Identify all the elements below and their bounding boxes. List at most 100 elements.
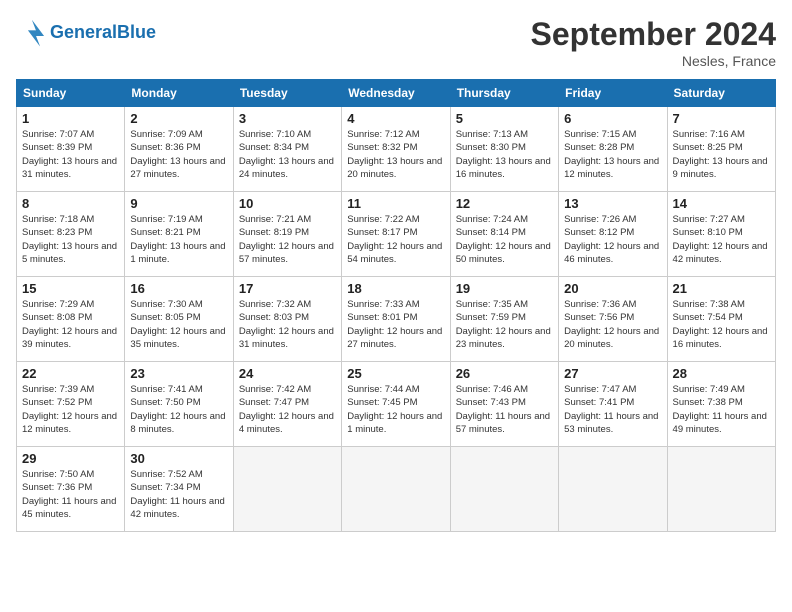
day-info: Sunrise: 7:18 AM Sunset: 8:23 PM Dayligh… [22, 213, 119, 266]
table-row: 16 Sunrise: 7:30 AM Sunset: 8:05 PM Dayl… [125, 277, 233, 362]
table-row: 20 Sunrise: 7:36 AM Sunset: 7:56 PM Dayl… [559, 277, 667, 362]
day-number: 23 [130, 366, 227, 381]
day-number: 18 [347, 281, 444, 296]
table-row: 14 Sunrise: 7:27 AM Sunset: 8:10 PM Dayl… [667, 192, 775, 277]
table-row: 26 Sunrise: 7:46 AM Sunset: 7:43 PM Dayl… [450, 362, 558, 447]
day-number: 3 [239, 111, 336, 126]
table-row: 12 Sunrise: 7:24 AM Sunset: 8:14 PM Dayl… [450, 192, 558, 277]
day-number: 12 [456, 196, 553, 211]
day-number: 28 [673, 366, 770, 381]
col-tuesday: Tuesday [233, 80, 341, 107]
day-number: 22 [22, 366, 119, 381]
table-row [450, 447, 558, 532]
day-number: 8 [22, 196, 119, 211]
day-info: Sunrise: 7:52 AM Sunset: 7:34 PM Dayligh… [130, 468, 227, 521]
logo-text: GeneralBlue [50, 22, 156, 43]
day-info: Sunrise: 7:10 AM Sunset: 8:34 PM Dayligh… [239, 128, 336, 181]
table-row: 18 Sunrise: 7:33 AM Sunset: 8:01 PM Dayl… [342, 277, 450, 362]
table-row [667, 447, 775, 532]
day-info: Sunrise: 7:07 AM Sunset: 8:39 PM Dayligh… [22, 128, 119, 181]
day-info: Sunrise: 7:38 AM Sunset: 7:54 PM Dayligh… [673, 298, 770, 351]
calendar-row: 1 Sunrise: 7:07 AM Sunset: 8:39 PM Dayli… [17, 107, 776, 192]
table-row: 29 Sunrise: 7:50 AM Sunset: 7:36 PM Dayl… [17, 447, 125, 532]
header: GeneralBlue September 2024 Nesles, Franc… [16, 16, 776, 69]
table-row: 4 Sunrise: 7:12 AM Sunset: 8:32 PM Dayli… [342, 107, 450, 192]
day-number: 9 [130, 196, 227, 211]
logo-icon [16, 16, 48, 48]
day-info: Sunrise: 7:15 AM Sunset: 8:28 PM Dayligh… [564, 128, 661, 181]
day-info: Sunrise: 7:47 AM Sunset: 7:41 PM Dayligh… [564, 383, 661, 436]
table-row: 11 Sunrise: 7:22 AM Sunset: 8:17 PM Dayl… [342, 192, 450, 277]
calendar-header-row: Sunday Monday Tuesday Wednesday Thursday… [17, 80, 776, 107]
table-row: 23 Sunrise: 7:41 AM Sunset: 7:50 PM Dayl… [125, 362, 233, 447]
day-info: Sunrise: 7:32 AM Sunset: 8:03 PM Dayligh… [239, 298, 336, 351]
day-info: Sunrise: 7:33 AM Sunset: 8:01 PM Dayligh… [347, 298, 444, 351]
calendar-row: 8 Sunrise: 7:18 AM Sunset: 8:23 PM Dayli… [17, 192, 776, 277]
day-info: Sunrise: 7:19 AM Sunset: 8:21 PM Dayligh… [130, 213, 227, 266]
table-row: 22 Sunrise: 7:39 AM Sunset: 7:52 PM Dayl… [17, 362, 125, 447]
table-row: 25 Sunrise: 7:44 AM Sunset: 7:45 PM Dayl… [342, 362, 450, 447]
day-number: 27 [564, 366, 661, 381]
col-monday: Monday [125, 80, 233, 107]
day-number: 1 [22, 111, 119, 126]
table-row: 19 Sunrise: 7:35 AM Sunset: 7:59 PM Dayl… [450, 277, 558, 362]
day-info: Sunrise: 7:36 AM Sunset: 7:56 PM Dayligh… [564, 298, 661, 351]
col-saturday: Saturday [667, 80, 775, 107]
location: Nesles, France [531, 53, 776, 69]
col-wednesday: Wednesday [342, 80, 450, 107]
day-info: Sunrise: 7:21 AM Sunset: 8:19 PM Dayligh… [239, 213, 336, 266]
table-row: 5 Sunrise: 7:13 AM Sunset: 8:30 PM Dayli… [450, 107, 558, 192]
day-number: 17 [239, 281, 336, 296]
logo: GeneralBlue [16, 16, 156, 48]
day-info: Sunrise: 7:27 AM Sunset: 8:10 PM Dayligh… [673, 213, 770, 266]
day-number: 25 [347, 366, 444, 381]
table-row: 10 Sunrise: 7:21 AM Sunset: 8:19 PM Dayl… [233, 192, 341, 277]
table-row: 7 Sunrise: 7:16 AM Sunset: 8:25 PM Dayli… [667, 107, 775, 192]
table-row: 17 Sunrise: 7:32 AM Sunset: 8:03 PM Dayl… [233, 277, 341, 362]
day-info: Sunrise: 7:09 AM Sunset: 8:36 PM Dayligh… [130, 128, 227, 181]
table-row: 30 Sunrise: 7:52 AM Sunset: 7:34 PM Dayl… [125, 447, 233, 532]
day-info: Sunrise: 7:30 AM Sunset: 8:05 PM Dayligh… [130, 298, 227, 351]
table-row: 1 Sunrise: 7:07 AM Sunset: 8:39 PM Dayli… [17, 107, 125, 192]
day-number: 6 [564, 111, 661, 126]
table-row: 28 Sunrise: 7:49 AM Sunset: 7:38 PM Dayl… [667, 362, 775, 447]
day-number: 20 [564, 281, 661, 296]
col-thursday: Thursday [450, 80, 558, 107]
day-info: Sunrise: 7:24 AM Sunset: 8:14 PM Dayligh… [456, 213, 553, 266]
table-row: 13 Sunrise: 7:26 AM Sunset: 8:12 PM Dayl… [559, 192, 667, 277]
table-row: 8 Sunrise: 7:18 AM Sunset: 8:23 PM Dayli… [17, 192, 125, 277]
calendar-table: Sunday Monday Tuesday Wednesday Thursday… [16, 79, 776, 532]
table-row: 2 Sunrise: 7:09 AM Sunset: 8:36 PM Dayli… [125, 107, 233, 192]
day-number: 2 [130, 111, 227, 126]
day-number: 14 [673, 196, 770, 211]
day-number: 30 [130, 451, 227, 466]
day-info: Sunrise: 7:39 AM Sunset: 7:52 PM Dayligh… [22, 383, 119, 436]
day-info: Sunrise: 7:41 AM Sunset: 7:50 PM Dayligh… [130, 383, 227, 436]
table-row [559, 447, 667, 532]
day-info: Sunrise: 7:44 AM Sunset: 7:45 PM Dayligh… [347, 383, 444, 436]
day-info: Sunrise: 7:16 AM Sunset: 8:25 PM Dayligh… [673, 128, 770, 181]
page: GeneralBlue September 2024 Nesles, Franc… [0, 0, 792, 612]
logo-blue: Blue [117, 22, 156, 42]
day-number: 16 [130, 281, 227, 296]
day-info: Sunrise: 7:13 AM Sunset: 8:30 PM Dayligh… [456, 128, 553, 181]
day-number: 19 [456, 281, 553, 296]
table-row: 6 Sunrise: 7:15 AM Sunset: 8:28 PM Dayli… [559, 107, 667, 192]
month-title: September 2024 [531, 16, 776, 53]
day-number: 13 [564, 196, 661, 211]
day-number: 7 [673, 111, 770, 126]
calendar-row: 15 Sunrise: 7:29 AM Sunset: 8:08 PM Dayl… [17, 277, 776, 362]
day-number: 21 [673, 281, 770, 296]
day-info: Sunrise: 7:42 AM Sunset: 7:47 PM Dayligh… [239, 383, 336, 436]
day-info: Sunrise: 7:35 AM Sunset: 7:59 PM Dayligh… [456, 298, 553, 351]
table-row: 3 Sunrise: 7:10 AM Sunset: 8:34 PM Dayli… [233, 107, 341, 192]
day-number: 10 [239, 196, 336, 211]
day-number: 26 [456, 366, 553, 381]
day-info: Sunrise: 7:50 AM Sunset: 7:36 PM Dayligh… [22, 468, 119, 521]
day-info: Sunrise: 7:12 AM Sunset: 8:32 PM Dayligh… [347, 128, 444, 181]
table-row [342, 447, 450, 532]
table-row: 15 Sunrise: 7:29 AM Sunset: 8:08 PM Dayl… [17, 277, 125, 362]
day-info: Sunrise: 7:29 AM Sunset: 8:08 PM Dayligh… [22, 298, 119, 351]
day-number: 5 [456, 111, 553, 126]
table-row: 24 Sunrise: 7:42 AM Sunset: 7:47 PM Dayl… [233, 362, 341, 447]
